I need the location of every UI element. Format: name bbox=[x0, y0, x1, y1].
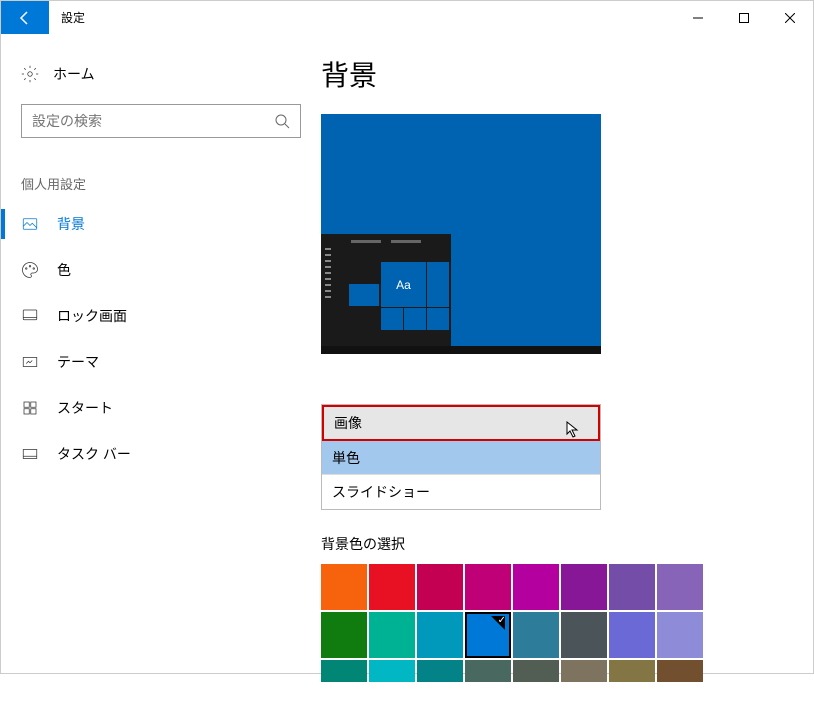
color-swatch[interactable] bbox=[513, 612, 559, 658]
dropdown-option-label: 画像 bbox=[334, 413, 362, 433]
title-bar: 設定 bbox=[1, 1, 813, 34]
color-swatch[interactable] bbox=[465, 660, 511, 682]
search-input[interactable] bbox=[21, 104, 301, 138]
color-swatch[interactable] bbox=[609, 612, 655, 658]
color-swatch[interactable] bbox=[513, 564, 559, 610]
color-swatch[interactable] bbox=[513, 660, 559, 682]
sidebar-item-label: 背景 bbox=[57, 214, 85, 234]
desktop-preview: Aa bbox=[321, 114, 601, 354]
sidebar-item-start[interactable]: スタート bbox=[1, 385, 321, 431]
grid-icon bbox=[21, 399, 39, 417]
color-swatch[interactable] bbox=[465, 564, 511, 610]
preview-tile-aa: Aa bbox=[381, 262, 426, 307]
sidebar-item-background[interactable]: 背景 bbox=[1, 201, 321, 247]
monitor-icon bbox=[21, 307, 39, 325]
sidebar-section-header: 個人用設定 bbox=[1, 138, 321, 201]
close-button[interactable] bbox=[767, 1, 813, 34]
color-swatch[interactable] bbox=[369, 564, 415, 610]
preview-start-menu: Aa bbox=[321, 234, 451, 346]
main-content: 背景 Aa 画像 単色 bbox=[321, 34, 813, 673]
color-swatch[interactable]: ✓ bbox=[465, 612, 511, 658]
back-button[interactable] bbox=[1, 1, 49, 34]
sidebar-item-label: スタート bbox=[57, 398, 113, 418]
dropdown-option-slideshow[interactable]: スライドショー bbox=[322, 475, 600, 509]
color-swatch[interactable] bbox=[657, 564, 703, 610]
color-swatch[interactable] bbox=[369, 612, 415, 658]
dropdown-option-label: 単色 bbox=[332, 448, 360, 468]
page-title: 背景 bbox=[321, 54, 783, 94]
dropdown-option-label: スライドショー bbox=[332, 482, 430, 502]
cursor-icon bbox=[566, 421, 580, 439]
color-swatch[interactable] bbox=[657, 612, 703, 658]
search-icon bbox=[274, 113, 290, 129]
gear-icon bbox=[21, 65, 39, 83]
palette-icon bbox=[21, 261, 39, 279]
sidebar-item-colors[interactable]: 色 bbox=[1, 247, 321, 293]
search-field[interactable] bbox=[32, 113, 274, 129]
color-swatch[interactable] bbox=[657, 660, 703, 682]
dropdown-option-solid[interactable]: 単色 bbox=[322, 441, 600, 475]
sidebar-item-taskbar[interactable]: タスク バー bbox=[1, 431, 321, 477]
color-swatch[interactable] bbox=[417, 660, 463, 682]
color-swatch[interactable] bbox=[561, 564, 607, 610]
color-swatch[interactable] bbox=[369, 660, 415, 682]
sidebar: ホーム 個人用設定 背景 色 ロック画面 テーマ スタート タスク bbox=[1, 34, 321, 673]
maximize-button[interactable] bbox=[721, 1, 767, 34]
sidebar-item-label: ロック画面 bbox=[57, 306, 127, 326]
picture-icon bbox=[21, 215, 39, 233]
taskbar-icon bbox=[21, 445, 39, 463]
check-icon: ✓ bbox=[498, 615, 506, 626]
sidebar-item-themes[interactable]: テーマ bbox=[1, 339, 321, 385]
color-swatch[interactable] bbox=[561, 660, 607, 682]
sidebar-item-lockscreen[interactable]: ロック画面 bbox=[1, 293, 321, 339]
minimize-button[interactable] bbox=[675, 1, 721, 34]
sidebar-item-label: 色 bbox=[57, 260, 71, 280]
color-swatch[interactable] bbox=[609, 660, 655, 682]
color-swatch[interactable] bbox=[609, 564, 655, 610]
sidebar-item-label: タスク バー bbox=[57, 444, 131, 464]
color-grid: ✓ bbox=[321, 564, 703, 706]
color-swatch[interactable] bbox=[417, 612, 463, 658]
window-title: 設定 bbox=[61, 9, 85, 26]
color-swatch[interactable] bbox=[321, 660, 367, 682]
dropdown-option-picture[interactable]: 画像 bbox=[322, 405, 600, 441]
pen-icon bbox=[21, 353, 39, 371]
color-swatch[interactable] bbox=[417, 564, 463, 610]
color-swatch[interactable] bbox=[321, 612, 367, 658]
color-swatch[interactable] bbox=[321, 564, 367, 610]
sidebar-home-label: ホーム bbox=[53, 64, 95, 84]
sidebar-home[interactable]: ホーム bbox=[1, 56, 321, 92]
color-section-label: 背景色の選択 bbox=[321, 534, 783, 554]
background-type-dropdown[interactable]: 画像 単色 スライドショー bbox=[321, 404, 601, 510]
sidebar-item-label: テーマ bbox=[57, 352, 99, 372]
color-swatch[interactable] bbox=[561, 612, 607, 658]
